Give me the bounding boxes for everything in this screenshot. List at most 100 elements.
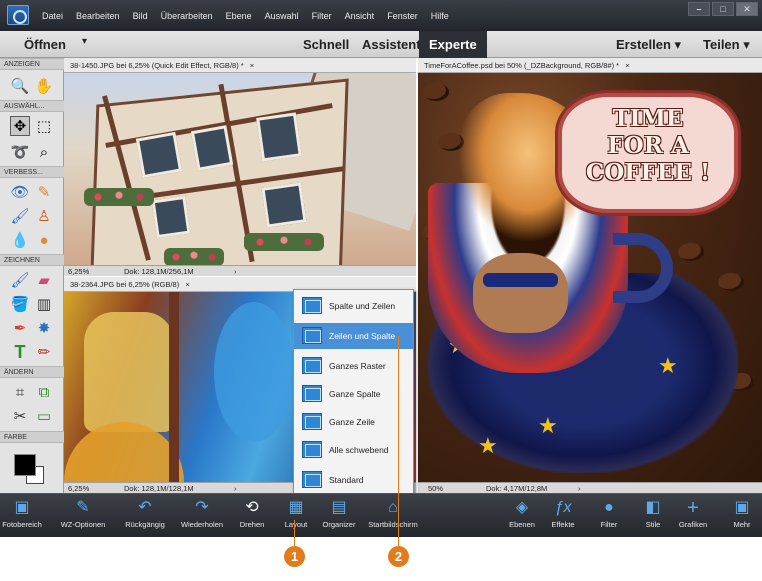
- menu-bearbeiten[interactable]: Bearbeiten: [76, 11, 120, 21]
- menu-ueberarbeiten[interactable]: Überarbeiten: [161, 11, 213, 21]
- callout-1-line: [294, 520, 295, 546]
- filter-button[interactable]: ● Filter: [596, 497, 622, 537]
- layout-icon: ▦: [288, 499, 304, 516]
- document-tab[interactable]: TimeForACoffee.psd bei 50% (_DZBackgroun…: [418, 58, 762, 73]
- custom-shape-icon[interactable]: ✸: [34, 318, 54, 338]
- move-tool-icon[interactable]: ✥: [10, 116, 30, 136]
- organizer-button[interactable]: ▤ Organizer: [318, 497, 360, 537]
- mode-guided[interactable]: Assistent: [362, 37, 421, 52]
- spot-healing-icon[interactable]: ✎: [34, 182, 54, 202]
- photo-bin-icon: ▣: [14, 499, 30, 516]
- menu-datei[interactable]: Datei: [42, 11, 63, 21]
- layout-option-all-floating[interactable]: Alle schwebend: [294, 437, 413, 463]
- gradient-icon[interactable]: ▥: [34, 294, 54, 314]
- paint-bucket-icon[interactable]: 🪣: [10, 294, 30, 314]
- mode-bar: Öffnen ▾ Schnell Assistent Experte Erste…: [0, 31, 762, 58]
- undo-icon: ↶: [138, 499, 152, 516]
- open-button[interactable]: Öffnen: [24, 37, 66, 52]
- layout-grid-icon: [302, 471, 322, 488]
- filter-icon: ●: [604, 499, 614, 516]
- redo-button[interactable]: ↷ Wiederholen: [177, 497, 227, 537]
- layout-option-rows-column[interactable]: Zeilen und Spalte: [294, 323, 413, 349]
- share-menu[interactable]: Teilen ▾: [703, 37, 750, 53]
- type-icon[interactable]: T: [10, 342, 30, 362]
- close-tab-icon[interactable]: ×: [625, 61, 629, 70]
- eyedropper-icon[interactable]: ✒: [10, 318, 30, 338]
- zoom-level: 6,25%: [68, 484, 90, 493]
- foreground-color-swatch[interactable]: [14, 454, 36, 476]
- window-controls: – □ ✕: [688, 2, 758, 16]
- undo-button[interactable]: ↶ Rückgängig: [121, 497, 169, 537]
- menu-hilfe[interactable]: Hilfe: [431, 11, 449, 21]
- pencil-icon[interactable]: ✏: [34, 342, 54, 362]
- layout-grid-icon: [302, 357, 322, 374]
- menu-items: Datei Bearbeiten Bild Überarbeiten Ebene…: [42, 11, 449, 21]
- document-coffee: TimeForACoffee.psd bei 50% (_DZBackgroun…: [418, 58, 762, 493]
- red-eye-icon[interactable]: 👁: [10, 182, 30, 202]
- menu-fenster[interactable]: Fenster: [387, 11, 418, 21]
- effects-button[interactable]: ƒx Effekte: [546, 497, 580, 537]
- hand-icon[interactable]: ✋: [34, 76, 54, 96]
- maximize-button[interactable]: □: [712, 2, 734, 16]
- more-button[interactable]: ▣ Mehr: [728, 497, 756, 537]
- status-arrow-icon[interactable]: ›: [234, 484, 237, 493]
- close-tab-icon[interactable]: ×: [185, 280, 189, 289]
- clone-stamp-icon[interactable]: ♙: [34, 206, 54, 226]
- layout-option-full-row[interactable]: Ganze Zeile: [294, 409, 413, 435]
- layout-option-full-grid[interactable]: Ganzes Raster: [294, 353, 413, 379]
- content-aware-move-icon[interactable]: ✂: [10, 406, 30, 426]
- menu-ansicht[interactable]: Ansicht: [345, 11, 375, 21]
- menu-bild[interactable]: Bild: [133, 11, 148, 21]
- layout-button[interactable]: ▦ Layout: [280, 497, 312, 537]
- marquee-icon[interactable]: ⬚: [34, 116, 54, 136]
- close-tab-icon[interactable]: ×: [250, 61, 254, 70]
- plus-icon: +: [687, 497, 699, 519]
- section-select: AUSWÄHL...: [0, 100, 64, 112]
- section-view: ANZEIGEN: [0, 58, 64, 70]
- brush-icon[interactable]: 🖌: [10, 270, 30, 290]
- document-tab-title: 38-1450.JPG bei 6,25% (Quick Edit Effect…: [70, 61, 244, 70]
- status-bar: 50% Dok: 4,17M/12,8M ›: [418, 482, 762, 493]
- rotate-button[interactable]: ⟲ Drehen: [234, 497, 270, 537]
- graphics-button[interactable]: + Grafiken: [675, 497, 711, 537]
- layout-option-full-column[interactable]: Ganze Spalte: [294, 381, 413, 407]
- layout-option-columns-rows[interactable]: Spalte und Zeilen: [294, 293, 413, 319]
- layout-grid-icon: [302, 297, 322, 314]
- status-arrow-icon[interactable]: ›: [578, 484, 581, 493]
- document-tab[interactable]: 38-1450.JPG bei 6,25% (Quick Edit Effect…: [64, 58, 416, 73]
- callout-2-line: [398, 336, 399, 546]
- organizer-icon: ▤: [331, 499, 347, 516]
- straighten-icon[interactable]: ▭: [34, 406, 54, 426]
- layout-option-default[interactable]: Standard: [294, 467, 413, 493]
- layers-icon: ◈: [515, 499, 529, 516]
- zoom-icon[interactable]: 🔍: [10, 76, 30, 96]
- smart-brush-icon[interactable]: 🖌: [10, 206, 30, 226]
- sponge-icon[interactable]: ●: [34, 230, 54, 250]
- mode-quick[interactable]: Schnell: [303, 37, 349, 52]
- menu-auswahl[interactable]: Auswahl: [265, 11, 299, 21]
- photo-bin-button[interactable]: ▣ Fotobereich: [2, 497, 42, 537]
- minimize-button[interactable]: –: [688, 2, 710, 16]
- lasso-icon[interactable]: ➰: [10, 142, 30, 162]
- menu-filter[interactable]: Filter: [312, 11, 332, 21]
- layers-button[interactable]: ◈ Ebenen: [505, 497, 539, 537]
- quick-select-icon[interactable]: ⌕: [34, 142, 54, 162]
- status-arrow-icon[interactable]: ›: [234, 267, 237, 276]
- crop-icon[interactable]: ⌗: [10, 382, 30, 402]
- eraser-icon[interactable]: ▰: [34, 270, 54, 290]
- close-button[interactable]: ✕: [736, 2, 758, 16]
- create-menu[interactable]: Erstellen ▾: [616, 37, 681, 53]
- coffee-photo: ★ ★ ★ ★ TIME FOR A COFFEE !: [418, 73, 762, 482]
- layout-grid-icon: [302, 441, 322, 458]
- mode-expert[interactable]: Experte: [419, 31, 487, 58]
- home-screen-button[interactable]: ⌂ Startbildschirm: [362, 497, 424, 537]
- callout-2-badge: 2: [388, 546, 409, 567]
- styles-button[interactable]: ◧ Stile: [640, 497, 666, 537]
- app-logo-icon: [7, 5, 29, 25]
- section-draw: ZEICHNEN: [0, 254, 64, 266]
- menu-ebene[interactable]: Ebene: [226, 11, 252, 21]
- tool-options-button[interactable]: ✎ WZ-Optionen: [58, 497, 108, 537]
- blur-icon[interactable]: 💧: [10, 230, 30, 250]
- recompose-icon[interactable]: ⧉: [34, 382, 54, 402]
- open-dropdown-icon[interactable]: ▾: [82, 36, 87, 47]
